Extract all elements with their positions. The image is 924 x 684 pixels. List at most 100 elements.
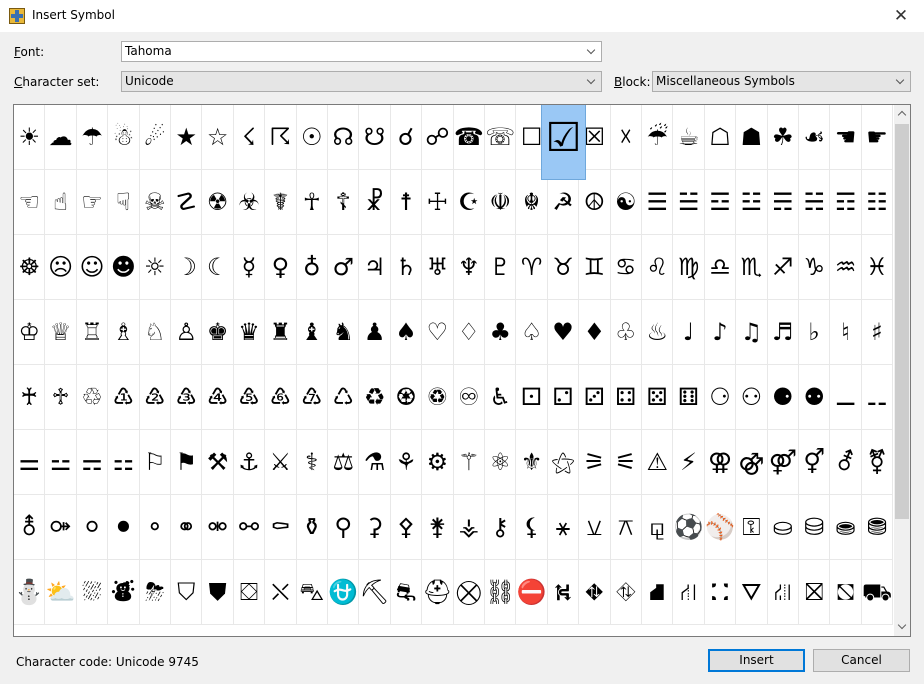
close-icon[interactable]: ✕: [878, 0, 924, 32]
symbol-cell[interactable]: ♧: [610, 300, 642, 365]
symbol-cell[interactable]: ★: [171, 105, 203, 170]
symbol-cell[interactable]: ☧: [359, 170, 391, 235]
symbol-cell[interactable]: ⚢: [704, 430, 737, 495]
symbol-cell[interactable]: ⚦: [830, 430, 862, 495]
symbol-cell[interactable]: ⚒: [202, 430, 234, 495]
symbol-cell[interactable]: ☏: [485, 105, 517, 170]
symbol-cell[interactable]: ⛑: [422, 560, 454, 625]
vertical-scrollbar[interactable]: [894, 105, 910, 636]
symbol-cell[interactable]: ☻: [108, 235, 140, 300]
symbol-cell[interactable]: ⚱: [296, 495, 328, 560]
symbol-cell[interactable]: ♷: [233, 365, 266, 430]
symbol-cell[interactable]: ☲: [704, 170, 737, 235]
symbol-cell[interactable]: ⚮: [202, 495, 234, 560]
symbol-cell[interactable]: ⛃: [861, 495, 894, 560]
symbol-cell[interactable]: ♤: [516, 300, 548, 365]
symbol-cell[interactable]: ☝: [45, 170, 77, 235]
symbol-cell[interactable]: ♃: [359, 235, 391, 300]
symbol-cell[interactable]: ⛜: [767, 560, 799, 625]
symbol-cell[interactable]: ♝: [296, 300, 328, 365]
symbol-cell[interactable]: ⚔: [265, 430, 297, 495]
symbol-cell[interactable]: ☯: [610, 170, 642, 235]
symbol-cell[interactable]: ⛙: [673, 560, 705, 625]
symbol-cell[interactable]: ☓: [610, 105, 642, 170]
symbol-cell[interactable]: ⚥: [799, 430, 831, 495]
symbol-cell[interactable]: ♩: [673, 300, 705, 365]
symbol-cell[interactable]: ⚸: [516, 495, 548, 560]
symbol-cell[interactable]: ⛟: [861, 560, 894, 625]
symbol-cell[interactable]: ♶: [202, 365, 234, 430]
symbol-cell[interactable]: ☇: [233, 105, 266, 170]
symbol-cell[interactable]: ⚃: [610, 365, 642, 430]
symbol-cell[interactable]: ⚬: [139, 495, 171, 560]
symbol-cell[interactable]: ♌: [642, 235, 674, 300]
symbol-cell[interactable]: ⛋: [233, 560, 266, 625]
symbol-cell[interactable]: ☕: [673, 105, 705, 170]
cancel-button[interactable]: Cancel: [813, 649, 910, 672]
symbol-cell[interactable]: ☪: [453, 170, 485, 235]
chevron-down-icon[interactable]: [584, 42, 601, 61]
symbol-cell[interactable]: ⚂: [579, 365, 611, 430]
symbol-cell[interactable]: ⛐: [390, 560, 423, 625]
symbol-cell[interactable]: ☎: [453, 105, 485, 170]
symbol-cell[interactable]: ☉: [296, 105, 328, 170]
symbol-cell[interactable]: ⛂: [830, 495, 862, 560]
symbol-cell[interactable]: ♳: [108, 365, 140, 430]
symbol-cell[interactable]: ☷: [861, 170, 894, 235]
symbol-cell[interactable]: ♎: [704, 235, 737, 300]
symbol-cell[interactable]: ☣: [233, 170, 266, 235]
symbol-cell[interactable]: ☆: [202, 105, 234, 170]
symbol-cell[interactable]: ☁: [45, 105, 77, 170]
symbol-cell[interactable]: ⛓: [485, 560, 517, 625]
symbol-cell[interactable]: ⚍: [45, 430, 77, 495]
symbol-cell[interactable]: ♱: [45, 365, 77, 430]
symbol-cell[interactable]: ♟: [359, 300, 391, 365]
symbol-cell[interactable]: ⚏: [108, 430, 140, 495]
symbol-cell[interactable]: ⚓: [233, 430, 266, 495]
symbol-cell[interactable]: ⚉: [799, 365, 831, 430]
symbol-cell[interactable]: ♐: [767, 235, 799, 300]
symbol-cell[interactable]: ☵: [799, 170, 831, 235]
symbol-cell[interactable]: ⛏: [359, 560, 391, 625]
symbol-cell[interactable]: ⛞: [830, 560, 862, 625]
font-dropdown[interactable]: Tahoma: [121, 41, 602, 62]
symbol-cell[interactable]: ⛗: [610, 560, 642, 625]
symbol-cell[interactable]: ⚅: [673, 365, 705, 430]
symbol-cell[interactable]: ⛈: [139, 560, 171, 625]
symbol-cell[interactable]: ☥: [296, 170, 328, 235]
symbol-cell[interactable]: ⚻: [610, 495, 642, 560]
symbol-cell[interactable]: ♈: [516, 235, 548, 300]
chevron-down-icon[interactable]: [893, 72, 910, 91]
symbol-cell[interactable]: ☛: [861, 105, 894, 170]
symbol-cell[interactable]: ⛍: [296, 560, 328, 625]
symbol-cell[interactable]: ⚠: [642, 430, 674, 495]
symbol-cell[interactable]: ♕: [45, 300, 77, 365]
symbol-cell[interactable]: ♦: [579, 300, 611, 365]
symbol-cell[interactable]: ⚐: [139, 430, 171, 495]
scroll-up-icon[interactable]: [894, 105, 910, 122]
symbol-cell[interactable]: ⚿: [736, 495, 768, 560]
symbol-cell[interactable]: ⚈: [767, 365, 799, 430]
symbol-cell[interactable]: ☡: [171, 170, 203, 235]
symbol-cell[interactable]: ♂: [328, 235, 360, 300]
symbol-cell[interactable]: ♆: [453, 235, 485, 300]
symbol-cell[interactable]: ♙: [171, 300, 203, 365]
symbol-cell[interactable]: ☠: [139, 170, 171, 235]
symbol-cell[interactable]: ☗: [736, 105, 768, 170]
symbol-cell[interactable]: ⛛: [736, 560, 768, 625]
symbol-cell[interactable]: ☦: [328, 170, 360, 235]
symbol-cell[interactable]: ♪: [704, 300, 737, 365]
symbol-cell[interactable]: ⚩: [45, 495, 77, 560]
symbol-cell[interactable]: ☘: [767, 105, 799, 170]
symbol-cell[interactable]: ☞: [76, 170, 109, 235]
symbol-cell[interactable]: ♁: [296, 235, 328, 300]
symbol-cell[interactable]: ♊: [579, 235, 611, 300]
symbol-cell[interactable]: ♄: [390, 235, 423, 300]
symbol-cell[interactable]: ♾: [453, 365, 485, 430]
character-set-dropdown[interactable]: Unicode: [121, 71, 602, 92]
symbol-cell[interactable]: ☂: [76, 105, 109, 170]
symbol-cell[interactable]: ☍: [422, 105, 454, 170]
symbol-cell[interactable]: ♺: [328, 365, 360, 430]
symbol-cell[interactable]: ♣: [485, 300, 517, 365]
symbol-cell[interactable]: ⚜: [516, 430, 548, 495]
